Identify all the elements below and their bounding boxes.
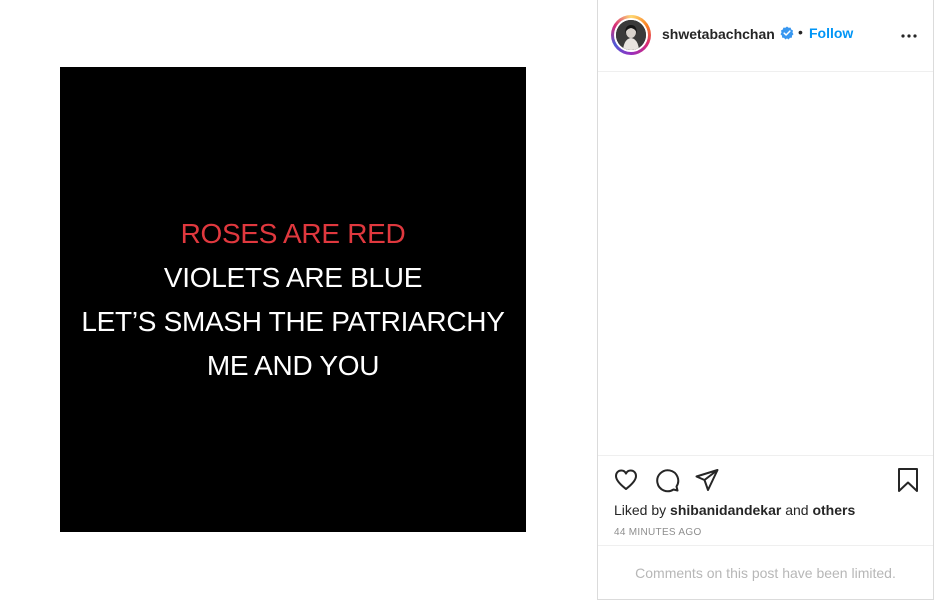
username-link[interactable]: shwetabachchan [662, 26, 775, 42]
bookmark-icon[interactable] [895, 467, 921, 493]
avatar-frame [614, 18, 648, 52]
liked-by-user-link[interactable]: shibanidandekar [670, 502, 781, 518]
follow-button[interactable]: Follow [809, 25, 853, 41]
share-icon[interactable] [694, 467, 720, 493]
post-actions: Liked by shibanidandekar and others 44 M… [598, 455, 933, 546]
post-image[interactable]: ROSES ARE RED VIOLETS ARE BLUE LET’S SMA… [60, 67, 526, 532]
poem-line-1: ROSES ARE RED [180, 217, 406, 249]
comment-icon[interactable] [654, 467, 680, 493]
more-options-icon[interactable] [899, 26, 919, 46]
avatar[interactable] [611, 15, 651, 55]
post-side-panel: shwetabachchan • Follow Liked by shibani… [597, 0, 934, 600]
header-separator: • [798, 24, 803, 40]
poem-line-4: ME AND YOU [206, 349, 380, 381]
heart-icon[interactable] [613, 467, 639, 493]
media-area: ROSES ARE RED VIOLETS ARE BLUE LET’S SMA… [0, 0, 597, 601]
post-timestamp[interactable]: 44 MINUTES AGO [614, 527, 702, 538]
comments-limited-notice: Comments on this post have been limited. [598, 545, 933, 600]
liked-by-others-link[interactable]: others [812, 502, 855, 518]
liked-by-connector: and [785, 502, 809, 518]
verified-badge-icon [780, 26, 794, 40]
avatar-image [616, 20, 646, 50]
poem-line-2: VIOLETS ARE BLUE [163, 261, 423, 293]
instagram-post: ROSES ARE RED VIOLETS ARE BLUE LET’S SMA… [0, 0, 935, 601]
liked-by-prefix: Liked by [614, 502, 667, 518]
poem-line-3: LET’S SMASH THE PATRIARCHY [81, 305, 505, 337]
liked-by-text: Liked by shibanidandekar and others [614, 502, 855, 518]
post-header: shwetabachchan • Follow [598, 0, 933, 72]
